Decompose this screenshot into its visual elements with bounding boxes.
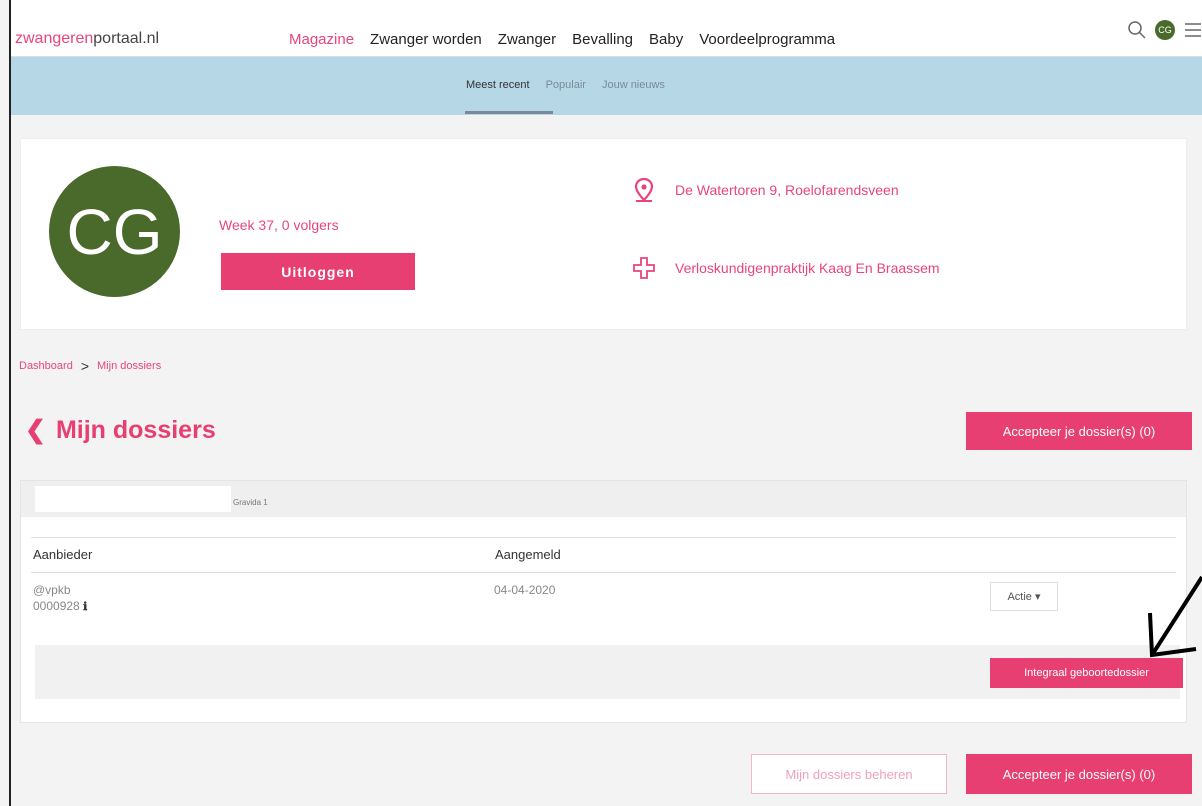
- page-frame: zwangerenportaal.nl Magazine Zwanger wor…: [9, 0, 1202, 806]
- menu-icon[interactable]: [1183, 20, 1202, 40]
- info-icon[interactable]: ℹ: [83, 601, 87, 613]
- search-icon[interactable]: [1127, 20, 1147, 40]
- table-header: Aanbieder Aangemeld: [31, 537, 1176, 573]
- main-nav: Magazine Zwanger worden Zwanger Bevallin…: [289, 31, 835, 48]
- sub-navigation: Meest recent Populair Jouw nieuws: [466, 79, 665, 91]
- tab-gravida[interactable]: Gravida 1: [233, 498, 268, 507]
- nav-voordeelprogramma[interactable]: Voordeelprogramma: [699, 31, 835, 48]
- breadcrumb-separator: >: [80, 358, 90, 374]
- nav-bevalling[interactable]: Bevalling: [572, 31, 633, 48]
- page-title: ❮ Mijn dossiers: [25, 415, 216, 445]
- nav-magazine[interactable]: Magazine: [289, 31, 354, 48]
- sub-navigation-bar: Meest recent Populair Jouw nieuws: [11, 57, 1202, 115]
- logo-part2: portaal.nl: [93, 30, 160, 47]
- logout-button[interactable]: Uitloggen: [221, 253, 415, 290]
- top-navigation: zwangerenportaal.nl Magazine Zwanger wor…: [11, 0, 1202, 57]
- column-aangemeld: Aangemeld: [495, 547, 561, 562]
- provider-id: 0000928: [33, 599, 80, 613]
- nav-zwanger-worden[interactable]: Zwanger worden: [370, 31, 482, 48]
- provider-id-cell: 0000928 ℹ: [33, 599, 87, 613]
- nav-zwanger[interactable]: Zwanger: [498, 31, 556, 48]
- header-icons: CG: [1127, 20, 1202, 40]
- subnav-meest-recent[interactable]: Meest recent: [466, 79, 530, 91]
- breadcrumb-dashboard[interactable]: Dashboard: [19, 360, 73, 372]
- week-followers-text: Week 37, 0 volgers: [219, 217, 339, 233]
- practice-row: Verloskundigenpraktijk Kaag En Braassem: [633, 257, 940, 279]
- registered-date: 04-04-2020: [494, 583, 556, 597]
- provider-name: @vpkb: [33, 583, 71, 597]
- back-chevron-icon[interactable]: ❮: [25, 416, 46, 444]
- medical-cross-icon: [633, 257, 655, 279]
- profile-card: CG Week 37, 0 volgers Uitloggen De Water…: [20, 138, 1187, 330]
- tab-active-area[interactable]: [35, 486, 231, 512]
- user-avatar[interactable]: CG: [1155, 20, 1175, 40]
- tab-strip: Gravida 1: [21, 481, 1186, 517]
- subnav-jouw-nieuws[interactable]: Jouw nieuws: [602, 79, 665, 91]
- active-subnav-indicator: [465, 111, 553, 114]
- manage-dossiers-button[interactable]: Mijn dossiers beheren: [751, 754, 947, 794]
- accept-dossiers-button-top[interactable]: Accepteer je dossier(s) (0): [966, 412, 1192, 450]
- subnav-populair[interactable]: Populair: [546, 79, 586, 91]
- accept-dossiers-button-bottom[interactable]: Accepteer je dossier(s) (0): [966, 754, 1192, 794]
- breadcrumb-current: Mijn dossiers: [97, 360, 162, 372]
- action-dropdown-button[interactable]: Actie ▾: [990, 582, 1058, 611]
- row-detail-band: Integraal geboortedossier: [35, 645, 1183, 699]
- location-pin-icon: [634, 177, 654, 202]
- breadcrumb: Dashboard > Mijn dossiers: [19, 358, 161, 374]
- annotation-arrow-icon: [1148, 575, 1202, 658]
- site-logo[interactable]: zwangerenportaal.nl: [15, 30, 159, 48]
- logo-part1: zwangeren: [15, 30, 94, 47]
- column-aanbieder: Aanbieder: [33, 547, 93, 562]
- address-text: De Watertoren 9, Roelofarendsveen: [675, 182, 899, 198]
- practice-text: Verloskundigenpraktijk Kaag En Braassem: [675, 260, 940, 276]
- dossier-panel: Gravida 1 Aanbieder Aangemeld @vpkb 0000…: [20, 480, 1187, 723]
- page-title-text: Mijn dossiers: [55, 416, 216, 444]
- address-row: De Watertoren 9, Roelofarendsveen: [633, 177, 899, 203]
- nav-baby[interactable]: Baby: [649, 31, 683, 48]
- profile-avatar: CG: [49, 166, 180, 297]
